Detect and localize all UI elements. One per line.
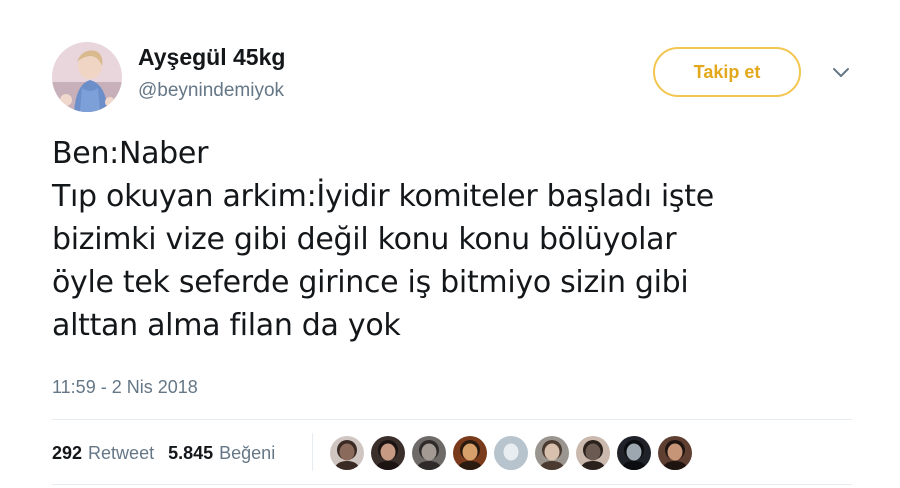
chevron-down-icon <box>833 68 849 77</box>
retweet-count-value: 292 <box>52 442 83 463</box>
liker-avatar[interactable] <box>494 436 528 470</box>
tweet-text-line: bizimki vize gibi değil konu konu bölüyo… <box>52 222 677 257</box>
avatar-photo-icon <box>617 436 651 470</box>
avatar-photo-icon <box>330 436 364 470</box>
avatar-photo-icon <box>535 436 569 470</box>
like-count-value: 5.845 <box>168 442 214 463</box>
tweet-stats: 292 Retweet 5.845 Beğeni <box>52 440 275 466</box>
tweet-text-line: Tıp okuyan arkim:İyidir komiteler başlad… <box>52 179 714 214</box>
display-name[interactable]: Ayşegül 45kg <box>138 44 285 71</box>
tweet-text-line: alttan alma filan da yok <box>52 308 401 343</box>
tweet-text-line: Ben:Naber <box>52 136 209 171</box>
avatar-photo-icon <box>576 436 610 470</box>
divider <box>52 419 852 420</box>
liker-avatar[interactable] <box>371 436 405 470</box>
profile-photo-icon <box>52 42 122 112</box>
tweet-card: Ayşegül 45kg @beynindemiyok Takip et Ben… <box>0 0 900 488</box>
avatar-photo-icon <box>371 436 405 470</box>
liker-avatar[interactable] <box>658 436 692 470</box>
tweet-timestamp[interactable]: 11:59 - 2 Nis 2018 <box>52 377 198 398</box>
liker-avatar[interactable] <box>576 436 610 470</box>
liker-avatar[interactable] <box>453 436 487 470</box>
liker-avatar[interactable] <box>535 436 569 470</box>
avatar-photo-icon <box>658 436 692 470</box>
liker-avatars <box>330 436 699 472</box>
user-avatar[interactable] <box>52 42 122 112</box>
follow-button[interactable]: Takip et <box>653 47 801 97</box>
like-count[interactable]: 5.845 Beğeni <box>168 443 275 464</box>
retweet-count-label: Retweet <box>88 442 155 463</box>
liker-avatar[interactable] <box>330 436 364 470</box>
stats-separator <box>312 433 313 471</box>
tweet-text: Ben:Naber Tıp okuyan arkim:İyidir komite… <box>52 132 872 347</box>
follow-button-label: Takip et <box>693 61 761 82</box>
user-handle[interactable]: @beynindemiyok <box>138 80 284 102</box>
tweet-text-line: öyle tek seferde girince iş bitmiyo sizi… <box>52 265 689 300</box>
retweet-count[interactable]: 292 Retweet <box>52 443 154 464</box>
liker-avatar[interactable] <box>412 436 446 470</box>
avatar-photo-icon <box>494 436 528 470</box>
like-count-label: Beğeni <box>219 442 276 463</box>
divider <box>52 484 852 485</box>
avatar-photo-icon <box>453 436 487 470</box>
more-options-button[interactable] <box>830 64 852 80</box>
liker-avatar[interactable] <box>617 436 651 470</box>
avatar-photo-icon <box>412 436 446 470</box>
